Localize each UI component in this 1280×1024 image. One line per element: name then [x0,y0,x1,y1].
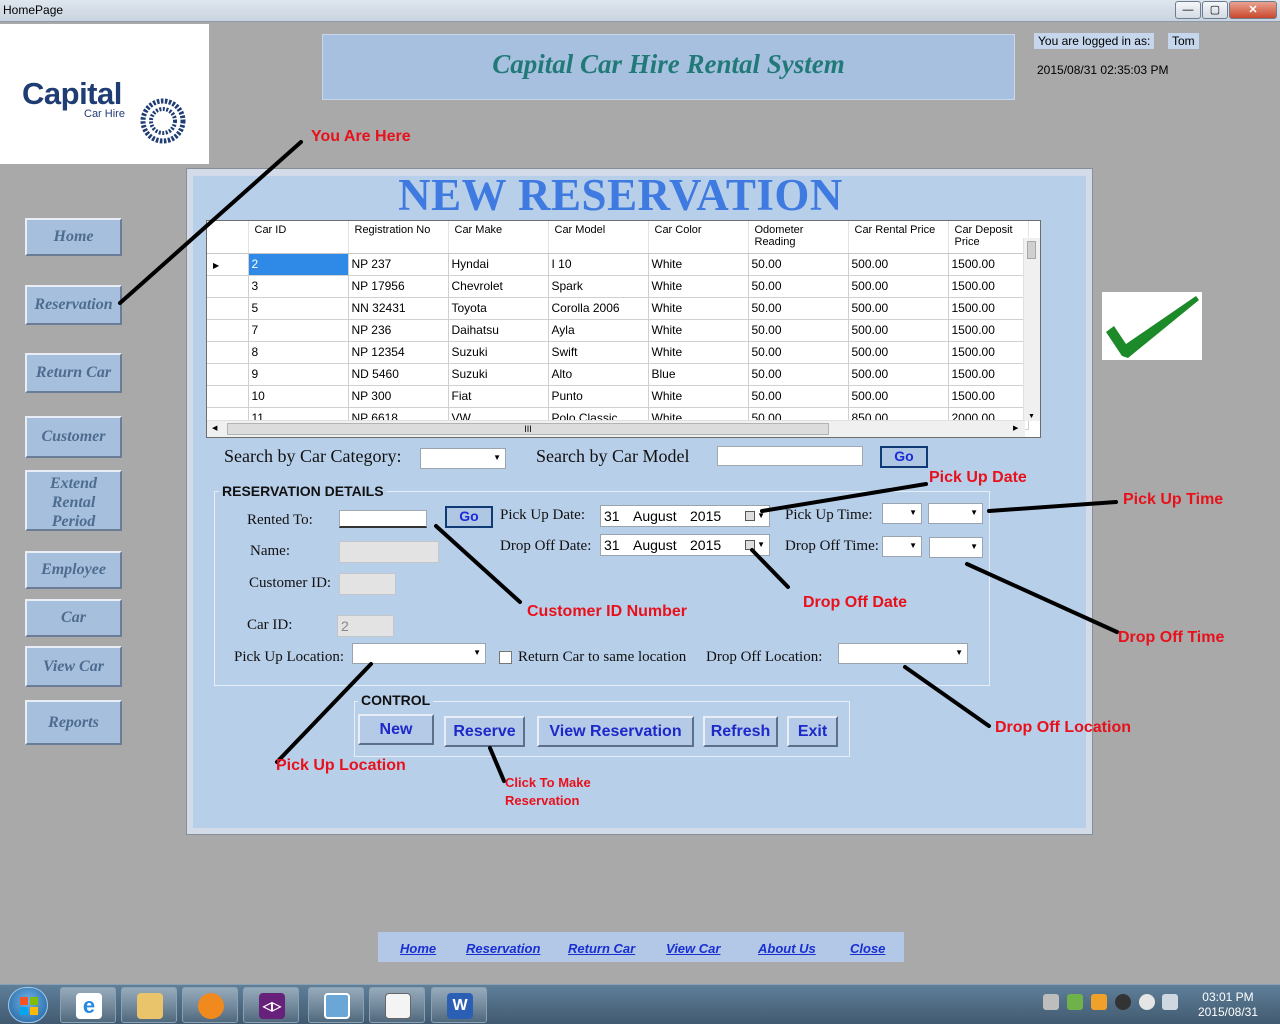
bottom-link-return-car[interactable]: Return Car [568,941,635,956]
taskbar-word[interactable]: W [431,987,487,1023]
folder-icon [137,993,163,1019]
taskbar-clock[interactable]: 03:01 PM 2015/08/31 [1198,990,1258,1020]
tray-network-icon[interactable] [1043,994,1059,1010]
ie-icon: e [76,993,102,1019]
tray-display-icon[interactable] [1162,994,1178,1010]
document-icon [385,993,411,1019]
media-player-icon [198,993,224,1019]
bottom-link-reservation[interactable]: Reservation [466,941,540,956]
taskbar-picture-viewer[interactable] [308,987,364,1023]
clock-date: 2015/08/31 [1197,1005,1258,1019]
windows-taskbar: e ◁▷ W 03:01 PM 2015/08/31 [0,984,1280,1024]
bottom-navigation: Home Reservation Return Car View Car Abo… [378,932,904,962]
bottom-link-close[interactable]: Close [850,941,885,956]
tray-app-icon[interactable] [1115,994,1131,1010]
windows-logo-icon [20,997,38,1015]
annotation-click-to-make-line2: Reservation [505,793,580,808]
picture-viewer-icon [324,993,350,1019]
annotation-pick-up-time: Pick Up Time [1123,491,1224,508]
tray-update-icon[interactable] [1091,994,1107,1010]
bottom-link-about-us[interactable]: About Us [758,941,816,956]
word-icon: W [447,993,473,1019]
annotation-lines [118,140,1119,783]
clock-time: 03:01 PM [1202,990,1254,1004]
annotation-pick-up-location: Pick Up Location [276,757,406,774]
annotation-you-are-here: You Are Here [311,128,411,145]
taskbar-visual-studio[interactable]: ◁▷ [243,987,299,1023]
tray-flag-icon[interactable] [1067,994,1083,1010]
annotation-click-to-make-line1: Click To Make [505,775,591,790]
taskbar-document[interactable] [369,987,425,1023]
annotation-customer-id-number: Customer ID Number [527,603,688,620]
annotation-drop-off-time: Drop Off Time [1118,629,1225,646]
annotation-drop-off-location: Drop Off Location [995,719,1131,736]
annotation-pick-up-date: Pick Up Date [929,469,1027,486]
taskbar-ie[interactable]: e [60,987,116,1023]
visual-studio-icon: ◁▷ [259,993,285,1019]
taskbar-media-player[interactable] [182,987,238,1023]
bottom-link-home[interactable]: Home [400,941,436,956]
annotation-drop-off-date: Drop Off Date [803,594,907,611]
bottom-link-view-car[interactable]: View Car [666,941,720,956]
start-button[interactable] [8,987,48,1023]
taskbar-explorer[interactable] [121,987,177,1023]
tray-volume-icon[interactable] [1139,994,1155,1010]
